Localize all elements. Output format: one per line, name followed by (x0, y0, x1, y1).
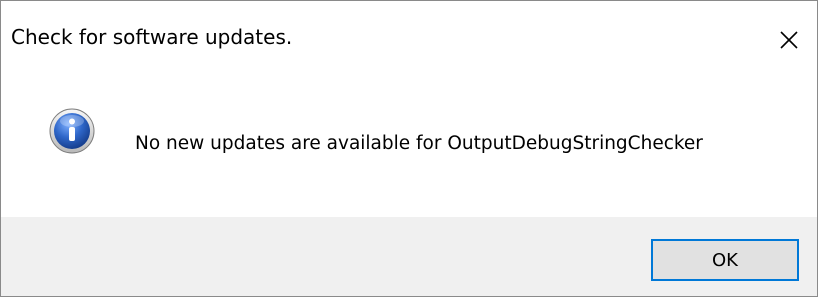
close-icon (780, 31, 798, 49)
dialog-titlebar: Check for software updates. (1, 1, 817, 79)
information-icon (49, 108, 95, 154)
dialog-footer: OK (1, 217, 817, 296)
ok-button[interactable]: OK (651, 239, 799, 281)
update-dialog: Check for software updates. No new updat… (0, 0, 818, 297)
dialog-message: No new updates are available for OutputD… (135, 133, 703, 154)
dialog-content: No new updates are available for OutputD… (1, 79, 817, 217)
close-button[interactable] (761, 1, 817, 79)
dialog-title: Check for software updates. (11, 25, 293, 49)
